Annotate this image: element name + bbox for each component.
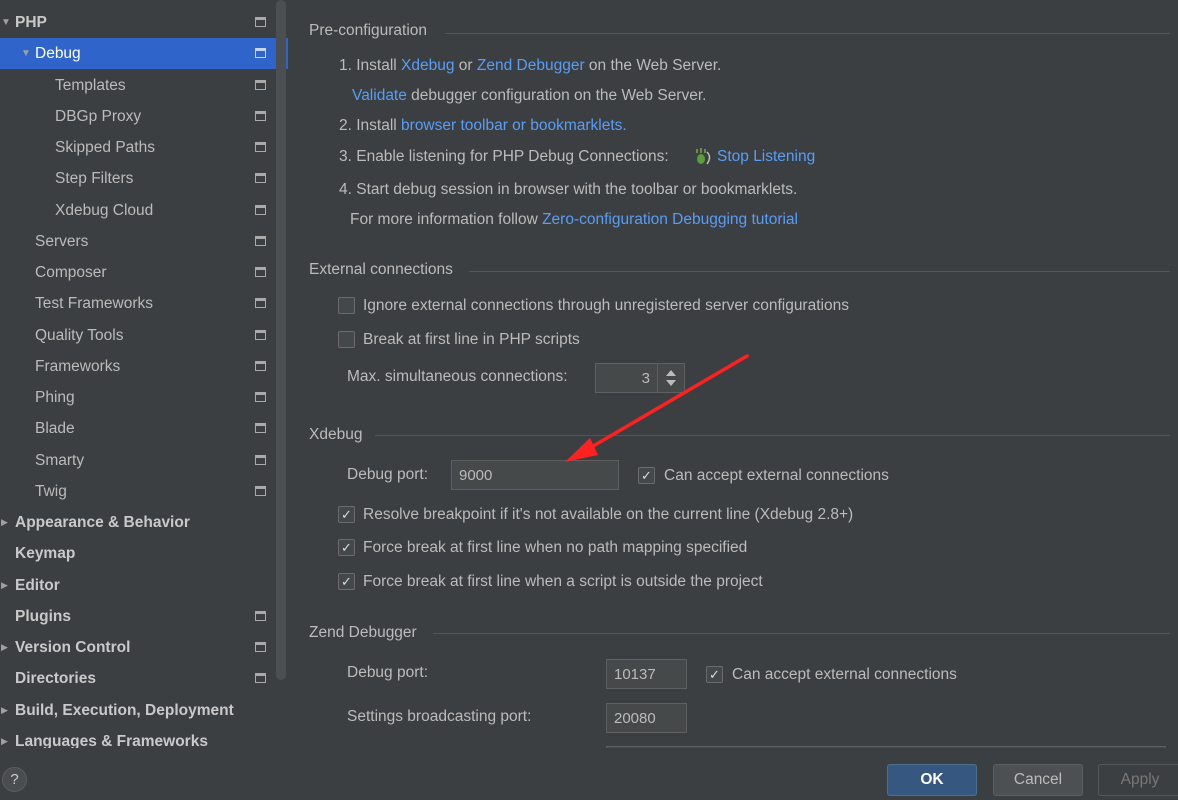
sidebar-item-servers[interactable]: Servers xyxy=(0,226,288,257)
sidebar-item-step-filters[interactable]: Step Filters xyxy=(0,163,288,194)
project-level-icon xyxy=(255,205,266,215)
sidebar-item-quality-tools[interactable]: Quality Tools xyxy=(0,320,288,351)
chevron-right-icon[interactable]: ▶ xyxy=(1,705,8,716)
dialog-footer: ? OK Cancel Apply xyxy=(0,748,1178,800)
sidebar-item-debug[interactable]: ▼ Debug xyxy=(0,38,288,69)
chevron-right-icon[interactable]: ▶ xyxy=(1,736,8,747)
sidebar-item-twig[interactable]: Twig xyxy=(0,476,288,507)
project-level-icon xyxy=(255,17,266,27)
sidebar-item-label: Version Control xyxy=(15,638,131,656)
sidebar-item-label: PHP xyxy=(15,13,47,31)
sidebar-item-label: Editor xyxy=(15,576,60,594)
project-level-icon xyxy=(255,455,266,465)
sidebar-item-composer[interactable]: Composer xyxy=(0,257,288,288)
project-level-icon xyxy=(255,298,266,308)
sidebar-item-frameworks[interactable]: Frameworks xyxy=(0,351,288,382)
settings-sidebar: ▼ PHP ▼ Debug Templates DBGp Proxy Skipped Pat… xyxy=(0,0,288,748)
project-level-icon xyxy=(255,330,266,340)
sidebar-item-label: Languages & Frameworks xyxy=(15,732,208,749)
sidebar-item-label: Test Frameworks xyxy=(35,294,153,312)
sidebar-item-label: Keymap xyxy=(15,544,76,562)
sidebar-item-php[interactable]: ▼ PHP xyxy=(0,7,288,38)
sidebar-item-label: DBGp Proxy xyxy=(55,107,142,125)
sidebar-item-label: Templates xyxy=(55,76,126,94)
project-level-icon xyxy=(255,80,266,90)
sidebar-item-languages-frameworks[interactable]: ▶ Languages & Frameworks xyxy=(0,726,288,749)
project-level-icon xyxy=(255,423,266,433)
sidebar-item-label: Quality Tools xyxy=(35,326,124,344)
sidebar-item-appearance-behavior[interactable]: ▶ Appearance & Behavior xyxy=(0,507,288,538)
project-level-icon xyxy=(255,236,266,246)
apply-button[interactable]: Apply xyxy=(1098,764,1178,796)
project-level-icon xyxy=(255,642,266,652)
sidebar-item-label: Composer xyxy=(35,263,107,281)
chevron-right-icon[interactable]: ▶ xyxy=(1,642,8,653)
sidebar-item-directories[interactable]: Directories xyxy=(0,663,288,694)
chevron-right-icon[interactable]: ▶ xyxy=(1,517,8,528)
debug-settings-panel: Pre-configuration 1. Install Xdebug or Z… xyxy=(288,0,1178,748)
sidebar-item-plugins[interactable]: Plugins xyxy=(0,601,288,632)
sidebar-item-phing[interactable]: Phing xyxy=(0,382,288,413)
project-level-icon xyxy=(255,611,266,621)
sidebar-item-label: Frameworks xyxy=(35,357,121,375)
project-level-icon xyxy=(255,486,266,496)
sidebar-item-version-control[interactable]: ▶ Version Control xyxy=(0,632,288,663)
sidebar-item-smarty[interactable]: Smarty xyxy=(0,445,288,476)
annotation-arrow-shaft xyxy=(581,354,749,454)
sidebar-item-skipped-paths[interactable]: Skipped Paths xyxy=(0,132,288,163)
sidebar-item-keymap[interactable]: Keymap xyxy=(0,538,288,569)
chevron-down-icon[interactable]: ▼ xyxy=(1,17,11,28)
project-level-icon xyxy=(255,267,266,277)
sidebar-item-test-frameworks[interactable]: Test Frameworks xyxy=(0,288,288,319)
project-level-icon xyxy=(255,392,266,402)
help-button[interactable]: ? xyxy=(2,767,27,792)
project-level-icon xyxy=(255,142,266,152)
project-level-icon xyxy=(255,111,266,121)
sidebar-item-label: Smarty xyxy=(35,451,85,469)
sidebar-item-label: Blade xyxy=(35,419,75,437)
sidebar-item-label: Xdebug Cloud xyxy=(55,201,154,219)
project-level-icon xyxy=(255,673,266,683)
annotation-arrow xyxy=(565,354,749,462)
ok-button[interactable]: OK xyxy=(887,764,977,796)
annotation-arrow-head xyxy=(565,438,598,462)
sidebar-item-blade[interactable]: Blade xyxy=(0,413,288,444)
sidebar-item-label: Skipped Paths xyxy=(55,138,155,156)
sidebar-item-label: Servers xyxy=(35,232,89,250)
sidebar-item-xdebug-cloud[interactable]: Xdebug Cloud xyxy=(0,195,288,226)
project-level-icon xyxy=(255,173,266,183)
project-level-icon xyxy=(255,48,266,58)
cancel-button[interactable]: Cancel xyxy=(993,764,1083,796)
sidebar-item-dbgp-proxy[interactable]: DBGp Proxy xyxy=(0,101,288,132)
chevron-right-icon[interactable]: ▶ xyxy=(1,580,8,591)
sidebar-item-label: Build, Execution, Deployment xyxy=(15,701,234,719)
sidebar-item-label: Step Filters xyxy=(55,169,134,187)
sidebar-item-label: Directories xyxy=(15,669,96,687)
project-level-icon xyxy=(255,361,266,371)
sidebar-scrollbar[interactable] xyxy=(276,0,286,680)
sidebar-item-label: Debug xyxy=(35,44,81,62)
sidebar-item-editor[interactable]: ▶ Editor xyxy=(0,570,288,601)
sidebar-item-label: Twig xyxy=(35,482,67,500)
sidebar-item-label: Appearance & Behavior xyxy=(15,513,190,531)
sidebar-item-label: Plugins xyxy=(15,607,71,625)
sidebar-item-label: Phing xyxy=(35,388,75,406)
sidebar-item-templates[interactable]: Templates xyxy=(0,70,288,101)
chevron-down-icon[interactable]: ▼ xyxy=(21,48,31,59)
sidebar-item-build-execution-deployment[interactable]: ▶ Build, Execution, Deployment xyxy=(0,695,288,726)
